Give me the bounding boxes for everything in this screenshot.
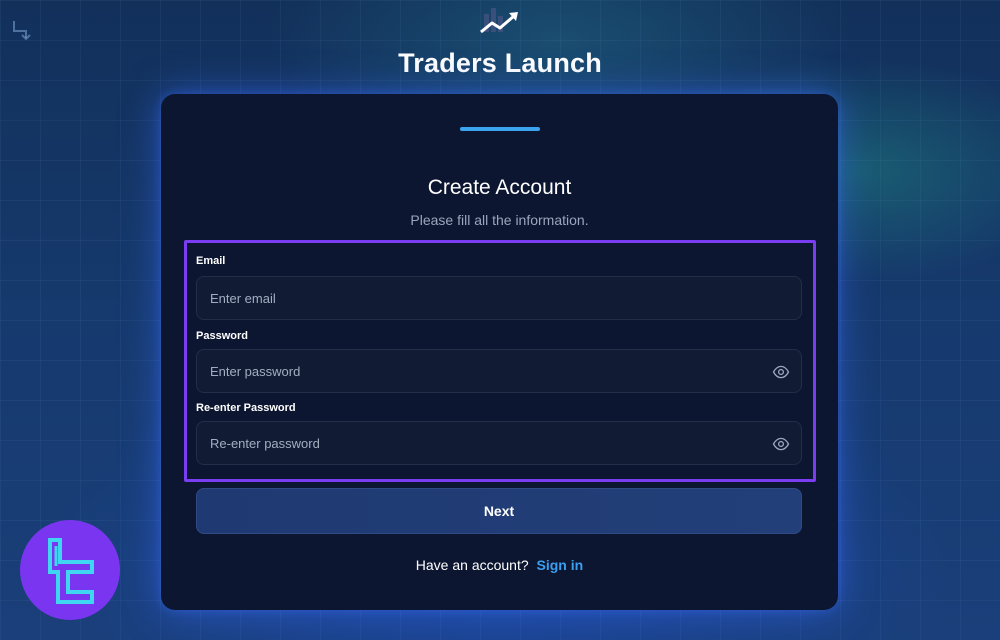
step-progress-indicator — [460, 127, 540, 131]
password-label: Password — [196, 330, 248, 342]
password-field-container — [196, 349, 802, 393]
confirm-password-label: Re-enter Password — [196, 402, 296, 414]
page-background: Traders Launch Create Account Please fil… — [0, 0, 1000, 640]
signin-prompt: Have an account? — [415, 557, 529, 573]
confirm-password-field-container — [196, 421, 802, 465]
chart-trend-arrow-icon — [480, 8, 518, 34]
trend-down-icon — [13, 21, 31, 41]
tradingfinder-logo-mark — [48, 538, 94, 604]
email-field-container — [196, 276, 802, 320]
email-label: Email — [196, 255, 226, 267]
eye-icon[interactable] — [772, 435, 790, 453]
brand-title: Traders Launch — [398, 48, 602, 78]
next-button[interactable]: Next — [196, 488, 802, 534]
confirm-password-input[interactable] — [197, 422, 801, 464]
email-input[interactable] — [197, 277, 801, 319]
form-subtitle: Please fill all the information. — [410, 212, 589, 228]
signin-link[interactable]: Sign in — [537, 557, 584, 573]
form-title: Create Account — [427, 176, 572, 199]
eye-icon[interactable] — [772, 363, 790, 381]
tradingfinder-logo — [20, 520, 120, 620]
create-account-card: Create Account Please fill all the infor… — [161, 94, 838, 610]
signin-row: Have an account? Sign in — [161, 557, 838, 573]
password-input[interactable] — [197, 350, 801, 392]
